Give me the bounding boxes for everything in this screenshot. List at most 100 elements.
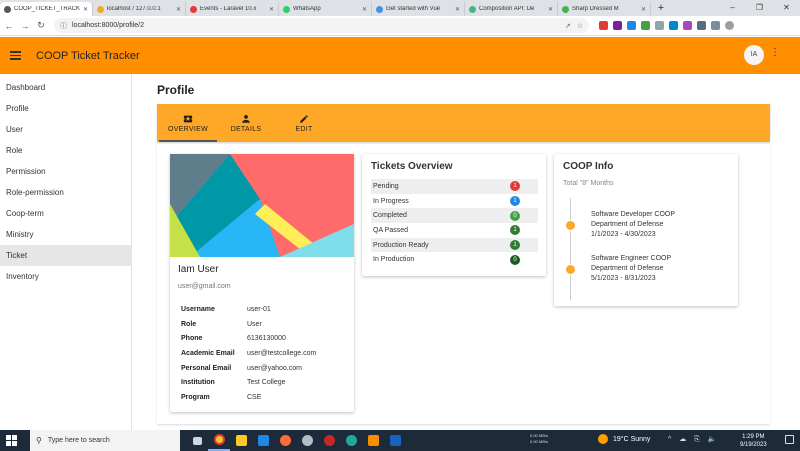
taskbar-search[interactable]: ⚲ Type here to search <box>30 430 180 451</box>
more-vert-icon[interactable]: ⋮ <box>770 47 780 58</box>
windows-start-icon[interactable] <box>6 435 17 446</box>
extension-icon[interactable] <box>599 21 608 30</box>
tickets-overview-card: Tickets Overview Pending 1 In Progress 1 Com… <box>362 154 546 276</box>
notification-icon[interactable] <box>785 435 794 444</box>
ticket-count-badge: 0 <box>510 254 520 265</box>
app-icon[interactable] <box>296 430 318 451</box>
minimize-icon[interactable]: – <box>719 0 746 16</box>
profile-field-row: Username user-01 <box>181 302 316 317</box>
ticket-status-label: Production Ready <box>373 241 429 249</box>
sidebar-item-dashboard[interactable]: Dashboard <box>0 77 131 98</box>
browser-tab-title: COOP_TICKET_TRACK <box>14 6 81 12</box>
profile-field-row: Academic Email user@testcollege.com <box>181 346 316 361</box>
chrome-icon[interactable] <box>208 430 230 451</box>
profile-field-label: Institution <box>181 379 215 387</box>
ticket-count-badge: 1 <box>510 240 520 251</box>
extension-icon[interactable] <box>613 21 622 30</box>
browser-tab[interactable]: COOP_TICKET_TRACK ✕ <box>0 2 93 16</box>
new-tab-icon[interactable]: + <box>654 2 668 16</box>
profile-field-value: Test College <box>247 379 286 387</box>
coop-total-months: Total "8" Months <box>563 180 614 187</box>
xampp-icon[interactable] <box>362 430 384 451</box>
profile-field-value: user-01 <box>247 305 271 313</box>
forward-icon[interactable]: → <box>18 21 32 31</box>
hamburger-menu-icon[interactable] <box>10 49 21 62</box>
profile-name: Iam User <box>178 264 219 275</box>
close-tab-icon[interactable]: ✕ <box>548 6 553 13</box>
ticket-status-row: In Progress 1 <box>371 194 538 209</box>
site-info-icon[interactable]: ⓘ <box>60 21 67 31</box>
postman-icon[interactable] <box>274 430 296 451</box>
extension-icon[interactable] <box>669 21 678 30</box>
bookmark-star-icon[interactable]: ☆ <box>577 23 583 30</box>
sidebar-item-role-permission[interactable]: Role-permission <box>0 182 131 203</box>
extension-icon[interactable] <box>627 21 636 30</box>
app-icon[interactable] <box>318 430 340 451</box>
sidebar-item-role[interactable]: Role <box>0 140 131 161</box>
taskbar-clock[interactable]: 1:29 PM 9/19/2023 <box>740 433 767 449</box>
terminal-icon[interactable] <box>384 430 406 451</box>
reload-icon[interactable]: ↻ <box>34 20 48 31</box>
browser-tab-title: Events - Laravel 10.x <box>200 6 257 12</box>
profile-icon[interactable] <box>725 21 734 30</box>
system-tray[interactable]: ^ ☁ ⎘ 🔈 <box>668 435 719 444</box>
close-tab-icon[interactable]: ✕ <box>641 6 646 13</box>
favicon-icon <box>469 5 476 13</box>
sidebar-item-user[interactable]: User <box>0 119 131 140</box>
sidebar-item-coop-term[interactable]: Coop-term <box>0 203 131 224</box>
profile-field-label: Academic Email <box>181 349 235 357</box>
sidebar-item-profile[interactable]: Profile <box>0 98 131 119</box>
extension-icon[interactable] <box>683 21 692 30</box>
sidebar-toggle-icon[interactable] <box>711 21 720 30</box>
sidebar-item-ministry[interactable]: Ministry <box>0 224 131 245</box>
browser-tab[interactable]: Sharp Dressed M ✕ <box>558 2 651 16</box>
url-input[interactable]: ⓘ localhost:8000/profile/2 ↗ ☆ <box>54 18 589 33</box>
net-down: 0.00 MB/s <box>530 439 549 444</box>
taskbar-search-placeholder: Type here to search <box>47 437 110 444</box>
ticket-count-badge: 0 <box>510 210 520 221</box>
task-view-icon[interactable] <box>186 430 208 451</box>
tab-details[interactable]: DETAILS <box>217 104 275 142</box>
coop-info-title: COOP Info <box>563 161 614 172</box>
extension-icon[interactable] <box>641 21 650 30</box>
close-tab-icon[interactable]: ✕ <box>176 6 181 13</box>
coop-role: Software Engineer COOP <box>591 255 672 262</box>
timeline-text: Software Developer COOP Department of De… <box>591 210 741 240</box>
browser-tab[interactable]: Composition API: De ✕ <box>465 2 558 16</box>
profile-field-label: Personal Email <box>181 364 232 372</box>
timeline-text: Software Engineer COOP Department of Def… <box>591 254 741 284</box>
favicon-icon <box>283 5 290 13</box>
maximize-icon[interactable]: ❐ <box>746 0 773 16</box>
browser-tab[interactable]: Get started with Vue ✕ <box>372 2 465 16</box>
sidebar-item-ticket[interactable]: Ticket <box>0 245 131 266</box>
browser-tab[interactable]: Events - Laravel 10.x ✕ <box>186 2 279 16</box>
browser-tab-title: Get started with Vue <box>386 6 441 12</box>
browser-tab[interactable]: localhost / 127.0.0.1 ✕ <box>93 2 186 16</box>
weather-widget[interactable]: 19°C Sunny <box>598 434 650 444</box>
page-title: Profile <box>157 83 195 97</box>
favicon-icon <box>376 5 383 13</box>
close-tab-icon[interactable]: ✕ <box>362 6 367 13</box>
ticket-status-row: Production Ready 1 <box>371 237 538 253</box>
sidebar-item-inventory[interactable]: Inventory <box>0 266 131 287</box>
share-icon[interactable]: ↗ <box>565 23 571 30</box>
tab-overview[interactable]: OVERVIEW <box>159 104 217 142</box>
close-tab-icon[interactable]: ✕ <box>455 6 460 13</box>
ticket-status-label: Completed <box>373 212 407 220</box>
back-icon[interactable]: ← <box>2 21 16 31</box>
puzzle-icon[interactable] <box>697 21 706 30</box>
extension-icon[interactable] <box>655 21 664 30</box>
ticket-status-label: QA Passed <box>373 226 409 234</box>
window-controls: – ❐ ✕ <box>719 0 800 16</box>
tab-edit[interactable]: EDIT <box>275 104 333 142</box>
browser-tab-title: WhatsApp <box>293 6 321 12</box>
close-window-icon[interactable]: ✕ <box>773 0 800 16</box>
avatar[interactable]: IA <box>744 45 764 65</box>
file-explorer-icon[interactable] <box>230 430 252 451</box>
close-tab-icon[interactable]: ✕ <box>269 6 274 13</box>
sidebar-item-permission[interactable]: Permission <box>0 161 131 182</box>
close-tab-icon[interactable]: ✕ <box>83 6 88 13</box>
browser-tab[interactable]: WhatsApp ✕ <box>279 2 372 16</box>
vscode-icon[interactable] <box>252 430 274 451</box>
app-icon[interactable] <box>340 430 362 451</box>
